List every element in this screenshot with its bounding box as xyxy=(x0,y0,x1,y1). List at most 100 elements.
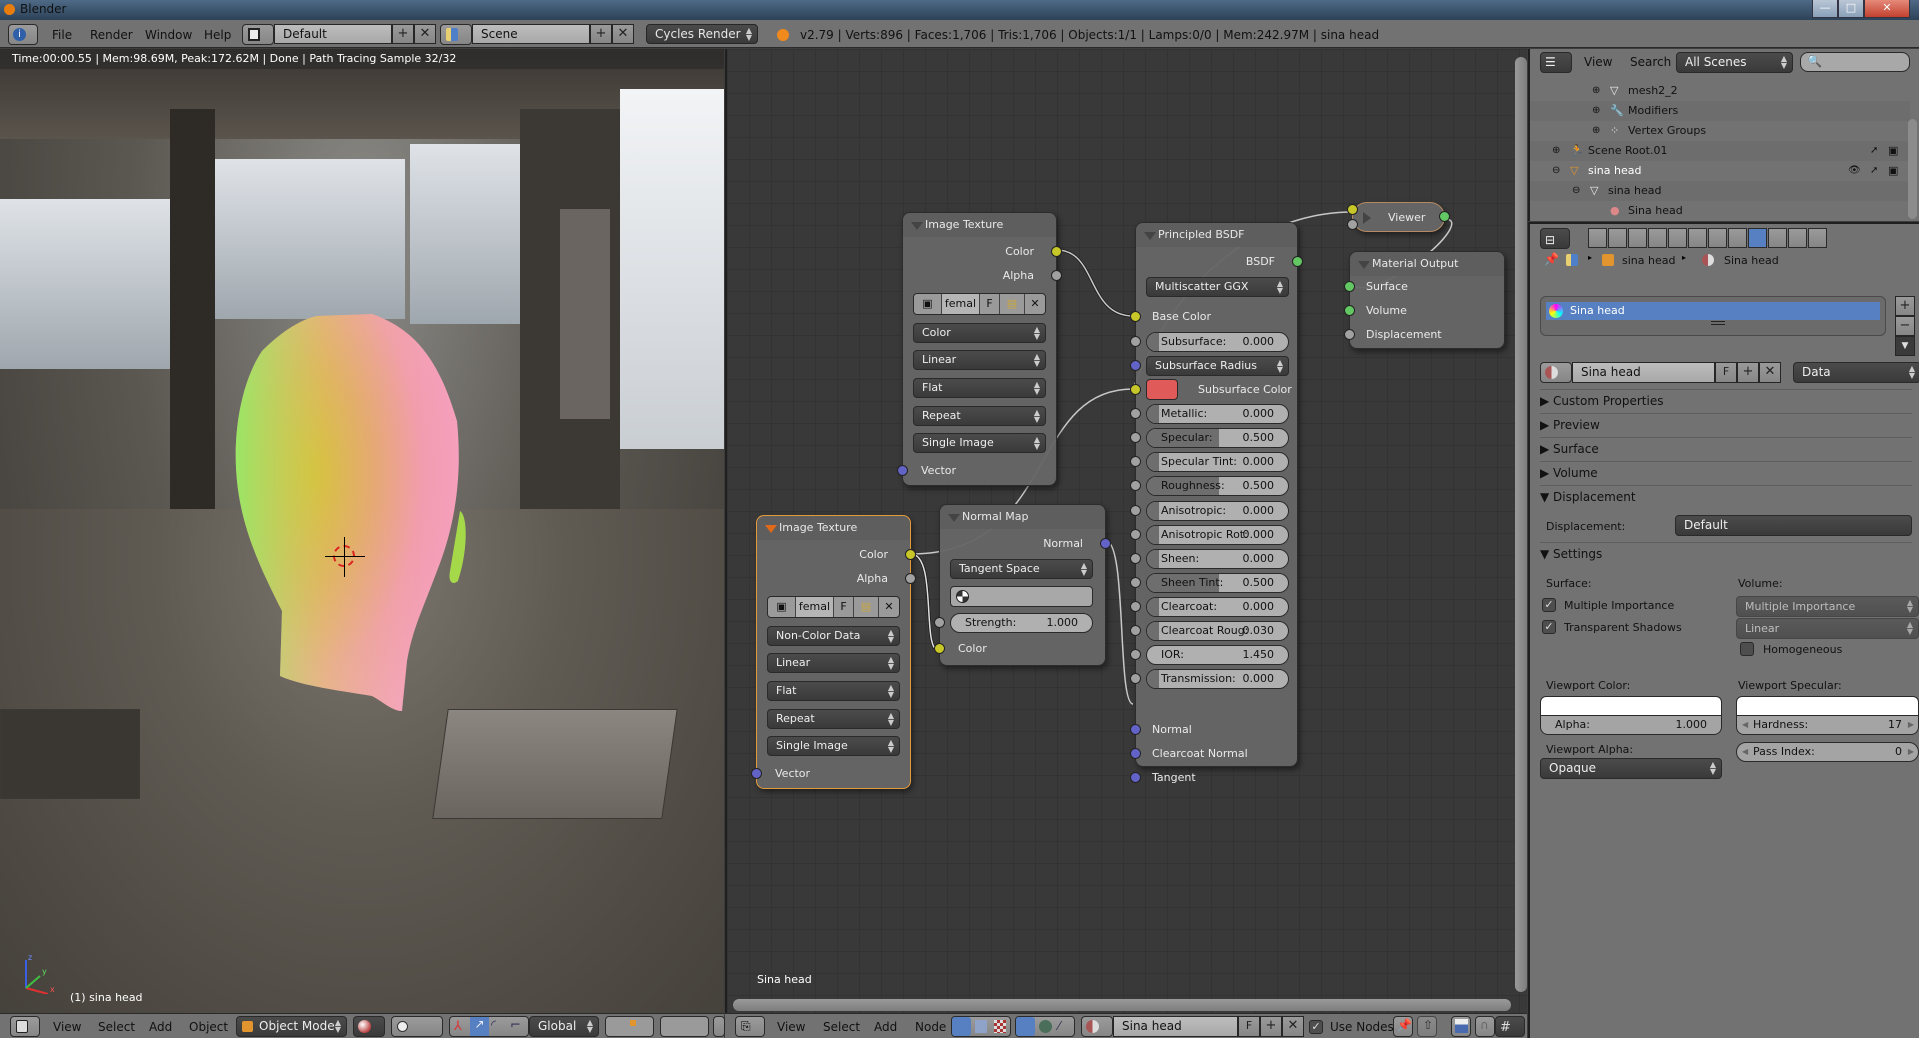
input-strength-socket[interactable] xyxy=(934,617,945,628)
bsdf-slider-speculartint[interactable]: Specular Tint: 0.000 xyxy=(1146,452,1289,472)
remove-slot-button[interactable]: − xyxy=(1895,316,1915,336)
input-basecolor-socket[interactable] xyxy=(1130,311,1141,322)
vertical-scrollbar[interactable] xyxy=(1515,57,1527,992)
input-socket[interactable] xyxy=(1130,625,1141,636)
material-browse-button[interactable] xyxy=(1540,362,1572,383)
expand-toggle-icon[interactable]: ⊖ xyxy=(1552,161,1560,181)
input-socket[interactable] xyxy=(1130,408,1141,419)
open-folder-icon[interactable]: ▤ xyxy=(854,597,879,617)
normal-map-node[interactable]: Normal Map Normal Tangent Space ▲ ▼ Streng… xyxy=(934,504,1111,666)
outliner-item[interactable]: ⊖ ▽ sina head xyxy=(1530,181,1910,201)
object-source-icon[interactable] xyxy=(1016,1017,1035,1036)
input-subsurface-color-socket[interactable] xyxy=(1130,384,1141,395)
shading-dropdown[interactable] xyxy=(353,1016,385,1037)
decrement-arrow-icon[interactable]: ◀ xyxy=(1742,716,1748,734)
principled-bsdf-node[interactable]: Principled BSDF BSDF Multiscatter GGX ▲ ▼ … xyxy=(1130,222,1303,784)
material-name-field[interactable]: Sina head xyxy=(1113,1016,1238,1037)
input-socket[interactable] xyxy=(1130,529,1141,540)
delete-screen-button[interactable]: ✕ xyxy=(414,24,436,44)
bsdf-slider-anisotropic[interactable]: Anisotropic: 0.000 xyxy=(1146,501,1289,521)
increment-arrow-icon[interactable]: ▶ xyxy=(1908,743,1914,761)
expand-toggle-icon[interactable]: ⊕ xyxy=(1552,141,1560,161)
input-displacement-socket[interactable] xyxy=(1344,329,1355,340)
bsdf-slider-anisotropicrot[interactable]: Anisotropic Rot: 0.000 xyxy=(1146,525,1289,545)
bsdf-slider-sheen[interactable]: Sheen: 0.000 xyxy=(1146,549,1289,569)
collapse-icon[interactable] xyxy=(765,525,777,533)
tab-render-icon[interactable] xyxy=(1588,228,1607,248)
menu-node[interactable]: Node xyxy=(915,1020,946,1034)
collapse-icon[interactable] xyxy=(1358,261,1370,269)
transparent-shadows-checkbox[interactable]: ✓ xyxy=(1542,620,1556,634)
collapse-icon[interactable] xyxy=(911,222,923,230)
menu-view[interactable]: View xyxy=(53,1020,81,1034)
input-socket[interactable] xyxy=(1130,336,1141,347)
unlink-material-button[interactable]: ✕ xyxy=(1282,1016,1304,1037)
unlink-icon[interactable]: ✕ xyxy=(879,597,899,617)
3d-cursor[interactable] xyxy=(325,537,365,577)
input-socket[interactable] xyxy=(1130,673,1141,684)
outliner-item[interactable]: ⊕ ▽ mesh2_2 xyxy=(1530,81,1910,101)
input-socket[interactable] xyxy=(1130,577,1141,588)
shader-object-icon[interactable] xyxy=(952,1017,971,1036)
bsdf-slider-clearcoat[interactable]: Clearcoat: 0.000 xyxy=(1146,597,1289,617)
viewer-node[interactable]: Viewer xyxy=(1347,202,1450,232)
bsdf-slider-ior[interactable]: IOR: 1.450 xyxy=(1146,645,1289,665)
extension-dropdown[interactable]: Repeat ▲ ▼ xyxy=(767,709,900,729)
menu-add[interactable]: Add xyxy=(149,1020,172,1034)
extension-dropdown[interactable]: Repeat ▲ ▼ xyxy=(913,406,1046,426)
parent-tree-button[interactable]: ⇧ xyxy=(1417,1016,1437,1037)
new-material-button[interactable]: + xyxy=(1260,1016,1282,1037)
tab-texture-icon[interactable] xyxy=(1768,228,1787,248)
tab-render-layers-icon[interactable] xyxy=(1608,228,1627,248)
viewport-color-swatch[interactable] xyxy=(1540,696,1722,716)
tab-world-icon[interactable] xyxy=(1648,228,1667,248)
scene-selector[interactable] xyxy=(440,24,472,45)
input-clearcoat-normal-socket[interactable] xyxy=(1130,748,1141,759)
distribution-dropdown[interactable]: Multiscatter GGX ▲ ▼ xyxy=(1146,277,1289,297)
pin-icon[interactable]: 📌 xyxy=(1544,252,1559,266)
fake-user-button[interactable]: F xyxy=(1715,362,1737,383)
expand-toggle-icon[interactable]: ⊕ xyxy=(1592,81,1600,101)
output-socket[interactable] xyxy=(1439,211,1450,222)
screen-layout-field[interactable]: Default xyxy=(274,24,392,44)
render-engine-dropdown[interactable]: Cycles Render ▲ ▼ xyxy=(646,24,758,44)
outliner-item[interactable]: ⊕ 🔧 Modifiers xyxy=(1530,101,1910,121)
close-button[interactable]: ✕ xyxy=(1864,0,1910,18)
bsdf-slider-clearcoatroug[interactable]: Clearcoat Roug: 0.030 xyxy=(1146,621,1289,641)
selectable-cursor-icon[interactable]: ➚ xyxy=(1870,161,1878,181)
head-mesh[interactable] xyxy=(222,311,482,731)
selectable-cursor-icon[interactable]: ➚ xyxy=(1870,141,1878,161)
input-socket[interactable] xyxy=(1130,456,1141,467)
tab-scene-icon[interactable] xyxy=(1628,228,1647,248)
input-volume-socket[interactable] xyxy=(1344,305,1355,316)
bsdf-slider-roughness[interactable]: Roughness: 0.500 xyxy=(1146,476,1289,496)
image-texture-node-1[interactable]: Image Texture Color Alpha ▣ femal F ▤ ✕ … xyxy=(897,212,1062,486)
panel-displacement[interactable]: ▼ Displacement xyxy=(1540,485,1912,507)
outliner-scrollbar[interactable] xyxy=(1908,119,1917,219)
orientation-dropdown[interactable]: Global ▲ ▼ xyxy=(529,1016,599,1037)
3d-viewport[interactable]: Time:00:00.55 | Mem:98.69M, Peak:172.62M… xyxy=(0,49,724,1013)
input-socket[interactable] xyxy=(1130,480,1141,491)
menu-add[interactable]: Add xyxy=(874,1020,897,1034)
input-socket[interactable] xyxy=(1130,553,1141,564)
output-color-socket[interactable] xyxy=(1051,246,1062,257)
panel-preview[interactable]: ▶ Preview xyxy=(1540,413,1912,435)
color-space-dropdown[interactable]: Non-Color Data ▲ ▼ xyxy=(767,626,900,646)
collapse-icon[interactable] xyxy=(1144,232,1156,240)
node-header[interactable]: Principled BSDF xyxy=(1136,223,1297,247)
tab-data-icon[interactable] xyxy=(1728,228,1747,248)
menu-select[interactable]: Select xyxy=(823,1020,860,1034)
tab-material-icon[interactable] xyxy=(1748,228,1767,248)
source-dropdown[interactable]: Single Image ▲ ▼ xyxy=(767,736,900,756)
image-browse-icon[interactable]: ▣ xyxy=(914,294,942,314)
snap-element-dropdown[interactable]: # xyxy=(1495,1016,1525,1037)
viewport-alpha-dropdown[interactable]: Opaque ▲ ▼ xyxy=(1540,758,1722,779)
volume-sampling-dropdown[interactable]: Multiple Importance ▲ ▼ xyxy=(1736,596,1919,617)
subsurface-color-swatch[interactable] xyxy=(1146,379,1178,400)
input-socket[interactable] xyxy=(1130,505,1141,516)
projection-dropdown[interactable]: Flat ▲ ▼ xyxy=(767,681,900,701)
outliner-item[interactable]: ● Sina head xyxy=(1530,201,1910,221)
alpha-slider[interactable]: Alpha: 1.000 xyxy=(1540,715,1722,735)
add-screen-button[interactable]: + xyxy=(392,24,414,44)
input-vector-socket[interactable] xyxy=(897,465,908,476)
